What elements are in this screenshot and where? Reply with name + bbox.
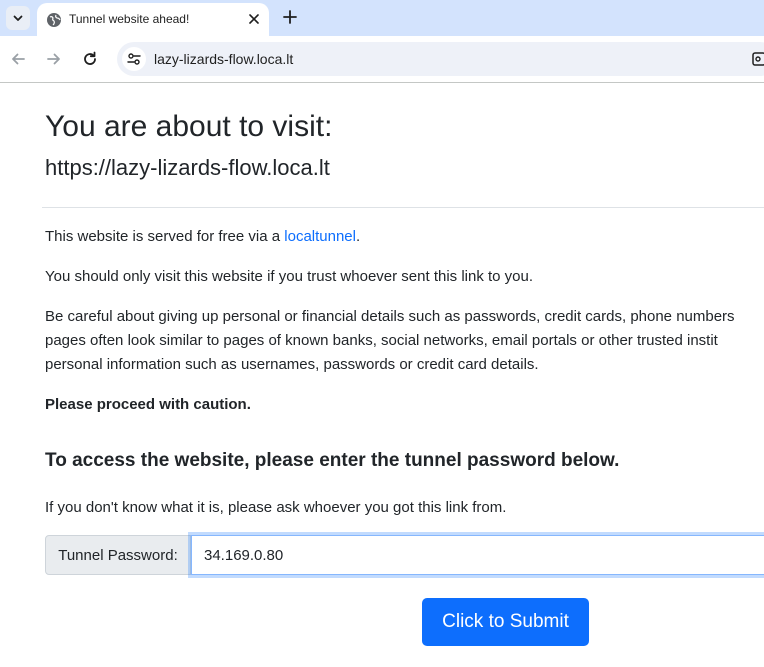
reload-icon (84, 51, 96, 65)
chevron-down-icon (13, 15, 23, 21)
active-tab[interactable]: Tunnel website ahead! (37, 3, 269, 36)
divider (42, 207, 764, 208)
password-input-group: Tunnel Password: (45, 535, 764, 575)
url-text: lazy-lizards-flow.loca.lt (154, 51, 294, 67)
careful-line-2: pages often look similar to pages of kno… (45, 332, 718, 349)
reload-button[interactable] (79, 48, 101, 70)
careful-line-3: personal information such as usernames, … (45, 356, 539, 373)
served-suffix: . (355, 228, 361, 245)
localtunnel-link[interactable]: localtunnel (284, 228, 356, 245)
arrow-right-icon (47, 53, 60, 65)
served-paragraph: This website is served for free via a lo… (45, 225, 360, 249)
password-input[interactable] (191, 535, 764, 575)
trust-paragraph: You should only visit this website if yo… (45, 268, 534, 285)
access-heading: To access the website, please enter the … (45, 450, 620, 471)
tab-strip: Tunnel website ahead! (0, 0, 764, 36)
browser-toolbar: lazy-lizards-flow.loca.lt (0, 36, 764, 83)
site-info-button[interactable] (122, 47, 146, 71)
ask-paragraph: If you don't know what it is, please ask… (45, 499, 507, 516)
close-icon (249, 14, 259, 24)
globe-icon (47, 13, 61, 27)
tune-icon (127, 53, 141, 65)
plus-icon (283, 10, 297, 24)
forward-button[interactable] (43, 48, 65, 70)
new-tab-button[interactable] (279, 6, 301, 28)
page-content: You are about to visit: https://lazy-liz… (0, 84, 764, 667)
page-title: You are about to visit: (45, 110, 333, 143)
served-prefix: This website is served for free via a (45, 228, 285, 245)
visit-url: https://lazy-lizards-flow.loca.lt (45, 155, 330, 180)
submit-button[interactable]: Click to Submit (422, 598, 589, 646)
careful-line-1: Be careful about giving up personal or f… (45, 308, 735, 325)
address-bar[interactable]: lazy-lizards-flow.loca.lt (117, 42, 764, 76)
caution-text: Please proceed with caution. (45, 396, 251, 413)
close-tab-button[interactable] (245, 10, 263, 28)
password-label: Tunnel Password: (45, 535, 191, 575)
tab-search-button[interactable] (6, 6, 30, 30)
extension-icon[interactable] (752, 51, 764, 67)
tab-title: Tunnel website ahead! (69, 12, 190, 26)
back-button[interactable] (7, 48, 29, 70)
arrow-left-icon (12, 53, 25, 65)
